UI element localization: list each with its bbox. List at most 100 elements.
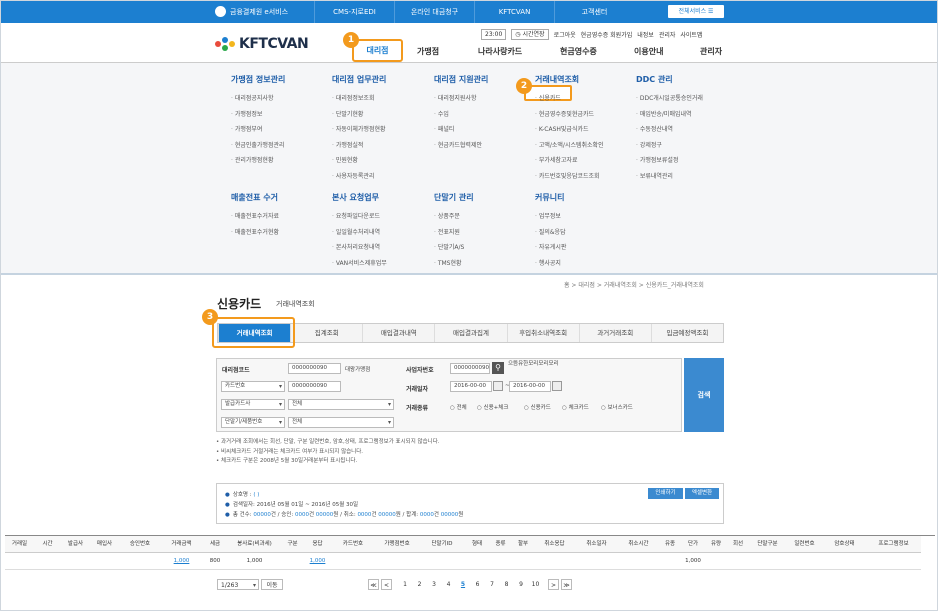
menu-item[interactable]: 전표지원 [434,225,474,241]
nav-merchant[interactable]: 가맹점 [417,46,439,57]
logout-link[interactable]: 로그아웃 [554,30,576,39]
menu-item[interactable]: 수동정산내역 [636,122,703,138]
page-number[interactable]: 3 [429,579,439,590]
column-header[interactable]: 봉사료(비과세) [228,536,281,553]
menu-item[interactable]: 단말기현황 [332,107,386,123]
bizno-input[interactable]: 0000000090 [450,363,490,374]
calendar-icon[interactable] [552,381,562,391]
all-services-button[interactable]: 전체서비스 ☰ [668,5,724,18]
column-header[interactable]: 암호상태 [823,536,866,553]
page-number[interactable]: 8 [502,579,512,590]
column-header[interactable]: 거래일 [5,536,34,553]
menu-item[interactable]: 대리점정보조회 [332,91,386,107]
nav-admin[interactable]: 관리자 [700,46,722,57]
page-number[interactable]: 6 [473,579,483,590]
menu-column-title[interactable]: 대리점 지원관리 [434,74,488,85]
tab-past[interactable]: 과거거래조회 [578,324,651,342]
first-page-button[interactable]: ≪ [368,579,379,590]
menu-item[interactable]: 수입 [434,107,488,123]
menu-column-title[interactable]: 커뮤니티 [535,192,566,203]
page-number[interactable]: 10 [531,579,541,590]
search-button[interactable]: 검색 [684,358,724,432]
menu-item[interactable]: 대리점공지사항 [231,91,285,107]
type-radio-credit-check[interactable]: ○ 신용+체크 [477,403,508,411]
calendar-icon[interactable] [493,381,503,391]
menu-item[interactable]: 본사처리요청내역 [332,240,387,256]
column-header[interactable]: 유종 [659,536,681,553]
column-header[interactable]: 거래금액 [161,536,202,553]
tab-purchase-result[interactable]: 매입결과내역 [362,324,434,342]
page-number[interactable]: 4 [444,579,454,590]
column-header[interactable]: 취소일자 [575,536,618,553]
brand-logo[interactable]: KFTCVAN [215,36,309,52]
column-header[interactable]: 회선 [727,536,749,553]
type-radio-credit[interactable]: ○ 신용카드 [524,403,551,411]
menu-item[interactable]: 카드번호및응답코드조회 [535,169,604,185]
tab-purchase-summary[interactable]: 매입결과집계 [434,324,506,342]
type-radio-all[interactable]: ○ 전체 [450,403,467,411]
table-cell[interactable]: 1,000 [161,553,202,570]
menu-item[interactable]: 질의&응답 [535,225,566,241]
issuer-select[interactable]: 발급카드사 [221,399,285,410]
menu-item[interactable]: 가맹점실적 [332,138,386,154]
sitemap-link[interactable]: 사이트맵 [680,30,702,39]
menu-item[interactable]: K-CASH및급식카드 [535,122,604,138]
table-cell[interactable]: 1,000 [304,553,331,570]
menu-column-title[interactable]: DDC 관리 [636,74,703,85]
column-header[interactable]: 취소응답 [534,536,575,553]
menu-item[interactable]: 요청파일다운로드 [332,209,387,225]
menu-item[interactable]: DDC개시일공통승인거래 [636,91,703,107]
column-header[interactable]: 취소시간 [618,536,659,553]
column-header[interactable]: 카드번호 [331,536,375,553]
tab-deposit[interactable]: 입금예정액조회 [650,324,723,342]
menu-item[interactable]: 사용자등록관리 [332,169,386,185]
column-header[interactable]: 가맹점번호 [375,536,419,553]
menu-item[interactable]: TMS현황 [434,256,474,272]
menu-item[interactable]: 행사공지 [535,256,566,272]
top-link-customer[interactable]: 고객센터 [554,1,634,23]
top-link-cms[interactable]: CMS-지로EDI [314,1,394,23]
page-number[interactable]: 2 [415,579,425,590]
menu-item[interactable]: 자유게시판 [535,240,567,256]
admin-link[interactable]: 관리자 [659,30,676,39]
menu-item[interactable]: 신용카드 [535,91,604,107]
menu-item[interactable]: 매출전표수거현황 [231,225,279,241]
top-link-kftcvan[interactable]: KFTCVAN [474,1,554,23]
issuer-value-select[interactable]: 전체 [288,399,394,410]
menu-item[interactable]: 패널티 [434,122,488,138]
column-header[interactable]: 단가 [681,536,705,553]
nav-guide[interactable]: 이용안내 [634,46,663,57]
excel-button[interactable]: 엑셀변환 [685,488,719,499]
menu-item[interactable]: 매출전표수거자료 [231,209,279,225]
menu-item[interactable]: VAN서비스제휴업무 [332,256,387,272]
page-number[interactable]: 1 [400,579,410,590]
date-to-input[interactable]: 2016-00-00 [509,381,551,392]
page-number[interactable]: 5 [458,579,468,590]
menu-item[interactable]: 대리점지원사항 [434,91,488,107]
agency-code-input[interactable]: 0000000090 [288,363,341,374]
menu-item[interactable]: 현금인출가맹점관리 [231,138,285,154]
menu-item[interactable]: 부가세참고자료 [535,153,604,169]
menu-column-title[interactable]: 단말기 관리 [434,192,474,203]
page-number[interactable]: 7 [487,579,497,590]
card-number-input[interactable]: 0000000090 [288,381,341,392]
prev-page-button[interactable]: < [381,579,392,590]
menu-item[interactable]: 현금카드협력제안 [434,138,488,154]
tab-summary[interactable]: 집계조회 [290,324,362,342]
column-header[interactable]: 할부 [512,536,534,553]
cash-receipt-join-link[interactable]: 현금영수증 회원가입 [581,30,633,39]
menu-item[interactable]: 상품주문 [434,209,474,225]
menu-item[interactable]: 업무정보 [535,209,566,225]
tab-late-cancel[interactable]: 후입취소내역조회 [506,324,579,342]
menu-column-title[interactable]: 가맹점 정보관리 [231,74,285,85]
column-header[interactable]: 구분 [281,536,304,553]
column-header[interactable]: 단말기ID [419,536,465,553]
menu-item[interactable]: 보류내역관리 [636,169,703,185]
print-button[interactable]: 인쇄하기 [648,488,683,499]
column-header[interactable]: 시간 [34,536,61,553]
next-page-button[interactable]: > [548,579,559,590]
page-number[interactable]: 9 [516,579,526,590]
terminal-select[interactable]: 단말기/제품번호 [221,417,285,428]
menu-item[interactable]: 가맹점부여 [231,122,285,138]
column-header[interactable]: 승인번호 [119,536,161,553]
